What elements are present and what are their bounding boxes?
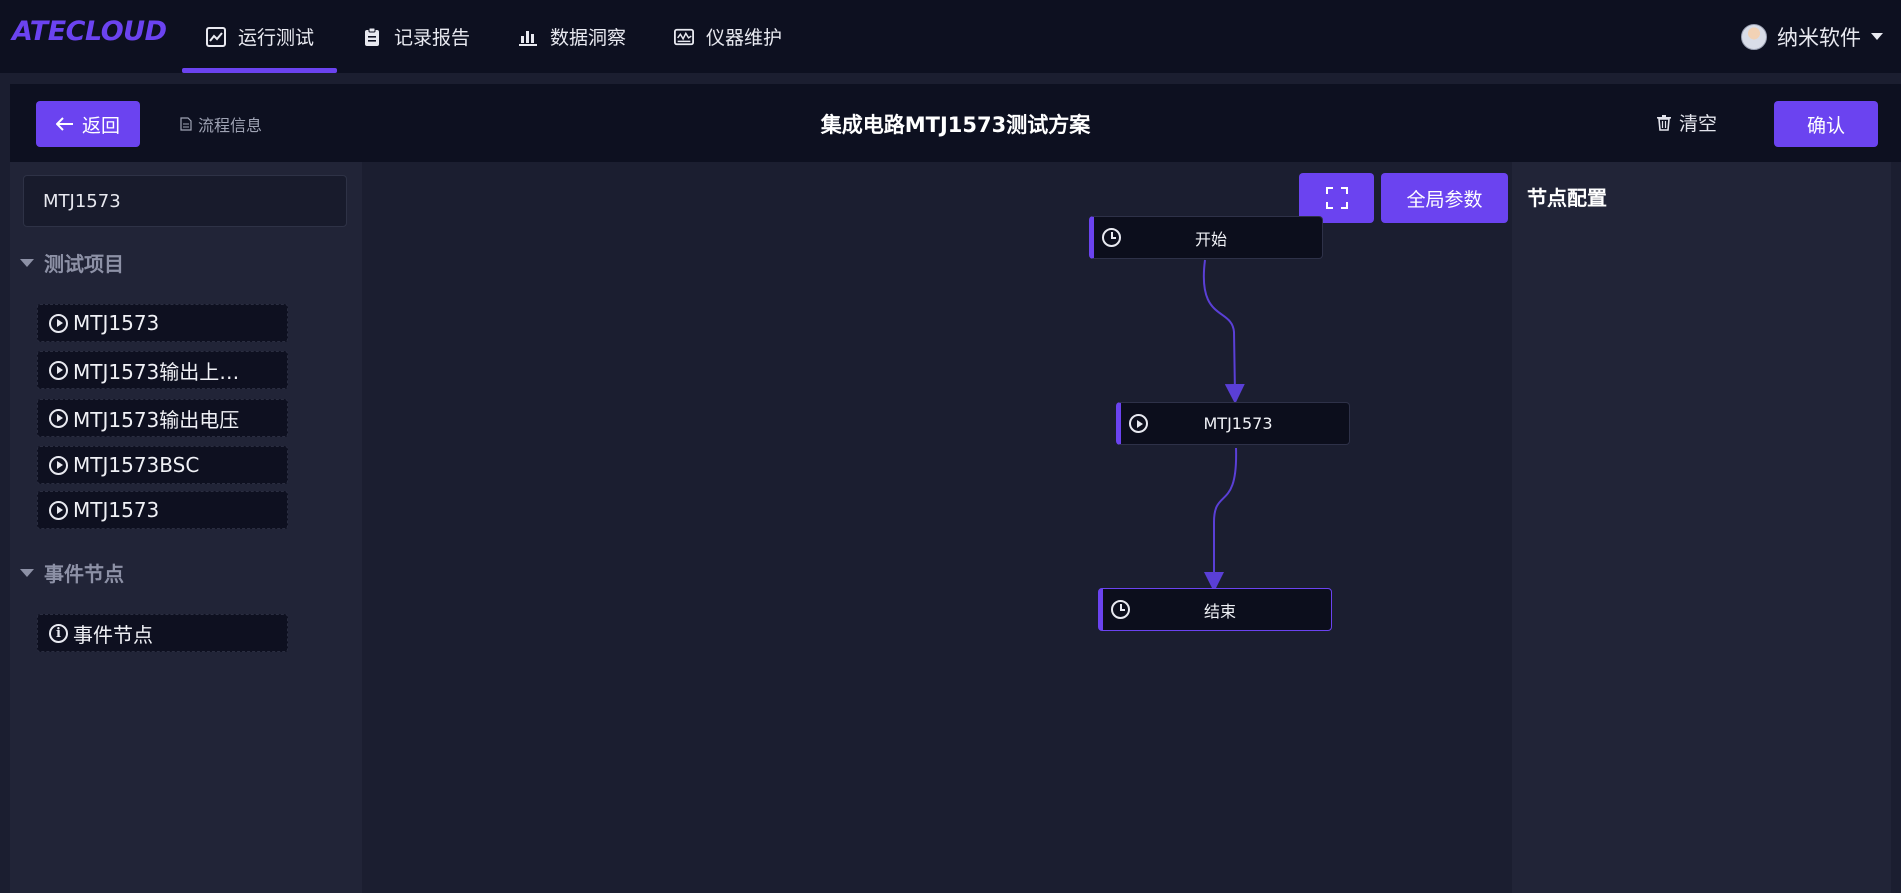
node-label: MTJ1573: [1203, 414, 1273, 433]
clear-button[interactable]: 清空: [1657, 109, 1717, 136]
top-navbar: ATECLOUD 运行测试 记录报告 数据洞察 仪器维护 纳米软件: [0, 0, 1901, 73]
user-menu[interactable]: 纳米软件: [1741, 0, 1901, 73]
play-circle-icon: [49, 408, 68, 428]
edge-start-to-mtj: [1202, 259, 1245, 404]
app-logo[interactable]: ATECLOUD: [12, 16, 167, 47]
flow-info-label: 流程信息: [198, 116, 263, 135]
clock-icon: [1102, 228, 1121, 247]
nav-label: 数据洞察: [550, 27, 627, 49]
group-test-items[interactable]: 测试项目: [20, 248, 124, 277]
nav-item-instruments[interactable]: 仪器维护: [674, 0, 782, 73]
back-label: 返回: [81, 114, 120, 137]
item-label: 事件节点: [73, 622, 153, 647]
flow-node-start[interactable]: 开始: [1089, 216, 1323, 259]
user-name: 纳米软件: [1777, 25, 1861, 50]
flow-node-mtj1573[interactable]: MTJ1573: [1116, 402, 1350, 445]
group-title: 测试项目: [44, 252, 124, 276]
page-title: 集成电路MTJ1573测试方案: [820, 113, 1091, 137]
caret-down-icon: [20, 568, 34, 577]
caret-down-icon: [1871, 32, 1883, 40]
flow-edges: [1202, 259, 1245, 592]
info-circle-icon: i: [49, 623, 68, 643]
nav-item-run-test[interactable]: 运行测试: [182, 0, 337, 73]
bar-chart-icon: [519, 30, 537, 46]
edge-mtj-to-end: [1204, 447, 1238, 592]
clear-label: 清空: [1679, 113, 1718, 135]
trash-icon: [1657, 114, 1671, 131]
document-icon: [180, 117, 192, 131]
play-circle-icon: [49, 500, 68, 520]
flow-info-link[interactable]: 流程信息: [180, 112, 262, 136]
clock-icon: [1111, 600, 1130, 619]
global-params-button[interactable]: 全局参数: [1381, 173, 1508, 223]
group-title: 事件节点: [44, 562, 124, 586]
play-circle-icon: [1129, 414, 1148, 433]
node-config-panel: 节点配置: [1512, 162, 1891, 893]
nav-item-records[interactable]: 记录报告: [362, 0, 470, 73]
item-label: MTJ1573输出电压: [73, 407, 240, 432]
instrument-icon: [674, 28, 694, 45]
node-config-title: 节点配置: [1527, 186, 1607, 210]
confirm-button[interactable]: 确认: [1774, 101, 1878, 147]
arrow-left-icon: [55, 117, 73, 131]
caret-down-icon: [20, 258, 34, 267]
item-label: MTJ1573BSC: [73, 453, 200, 477]
list-item[interactable]: MTJ1573输出电压: [37, 399, 288, 437]
play-circle-icon: [49, 313, 68, 333]
clipboard-icon: [365, 27, 379, 46]
item-label: MTJ1573: [73, 311, 160, 335]
nav-label: 运行测试: [238, 27, 315, 49]
fullscreen-icon: [1325, 187, 1348, 209]
item-label: MTJ1573输出上…: [73, 359, 240, 384]
nav-item-insights[interactable]: 数据洞察: [518, 0, 626, 73]
avatar: [1741, 23, 1767, 50]
list-item[interactable]: MTJ1573: [37, 304, 288, 342]
play-circle-icon: [49, 455, 68, 475]
search-input[interactable]: [23, 175, 347, 227]
line-chart-icon: [206, 26, 226, 47]
group-event-nodes[interactable]: 事件节点: [20, 558, 124, 587]
back-button[interactable]: 返回: [36, 101, 140, 147]
nav-label: 仪器维护: [706, 27, 783, 49]
list-item[interactable]: MTJ1573: [37, 491, 288, 529]
play-circle-icon: [49, 360, 68, 380]
list-item[interactable]: MTJ1573BSC: [37, 446, 288, 484]
flow-node-end[interactable]: 结束: [1098, 588, 1332, 631]
flow-canvas[interactable]: 全局参数 开始 MTJ1573 结束: [362, 162, 1522, 893]
list-item[interactable]: i 事件节点: [37, 614, 288, 652]
node-label: 开始: [1194, 229, 1227, 249]
editor-header: 返回 流程信息 集成电路MTJ1573测试方案 清空 确认: [10, 84, 1901, 162]
item-label: MTJ1573: [73, 498, 160, 522]
nav-label: 记录报告: [394, 27, 471, 49]
list-item[interactable]: MTJ1573输出上…: [37, 351, 288, 389]
node-label: 结束: [1203, 601, 1236, 621]
